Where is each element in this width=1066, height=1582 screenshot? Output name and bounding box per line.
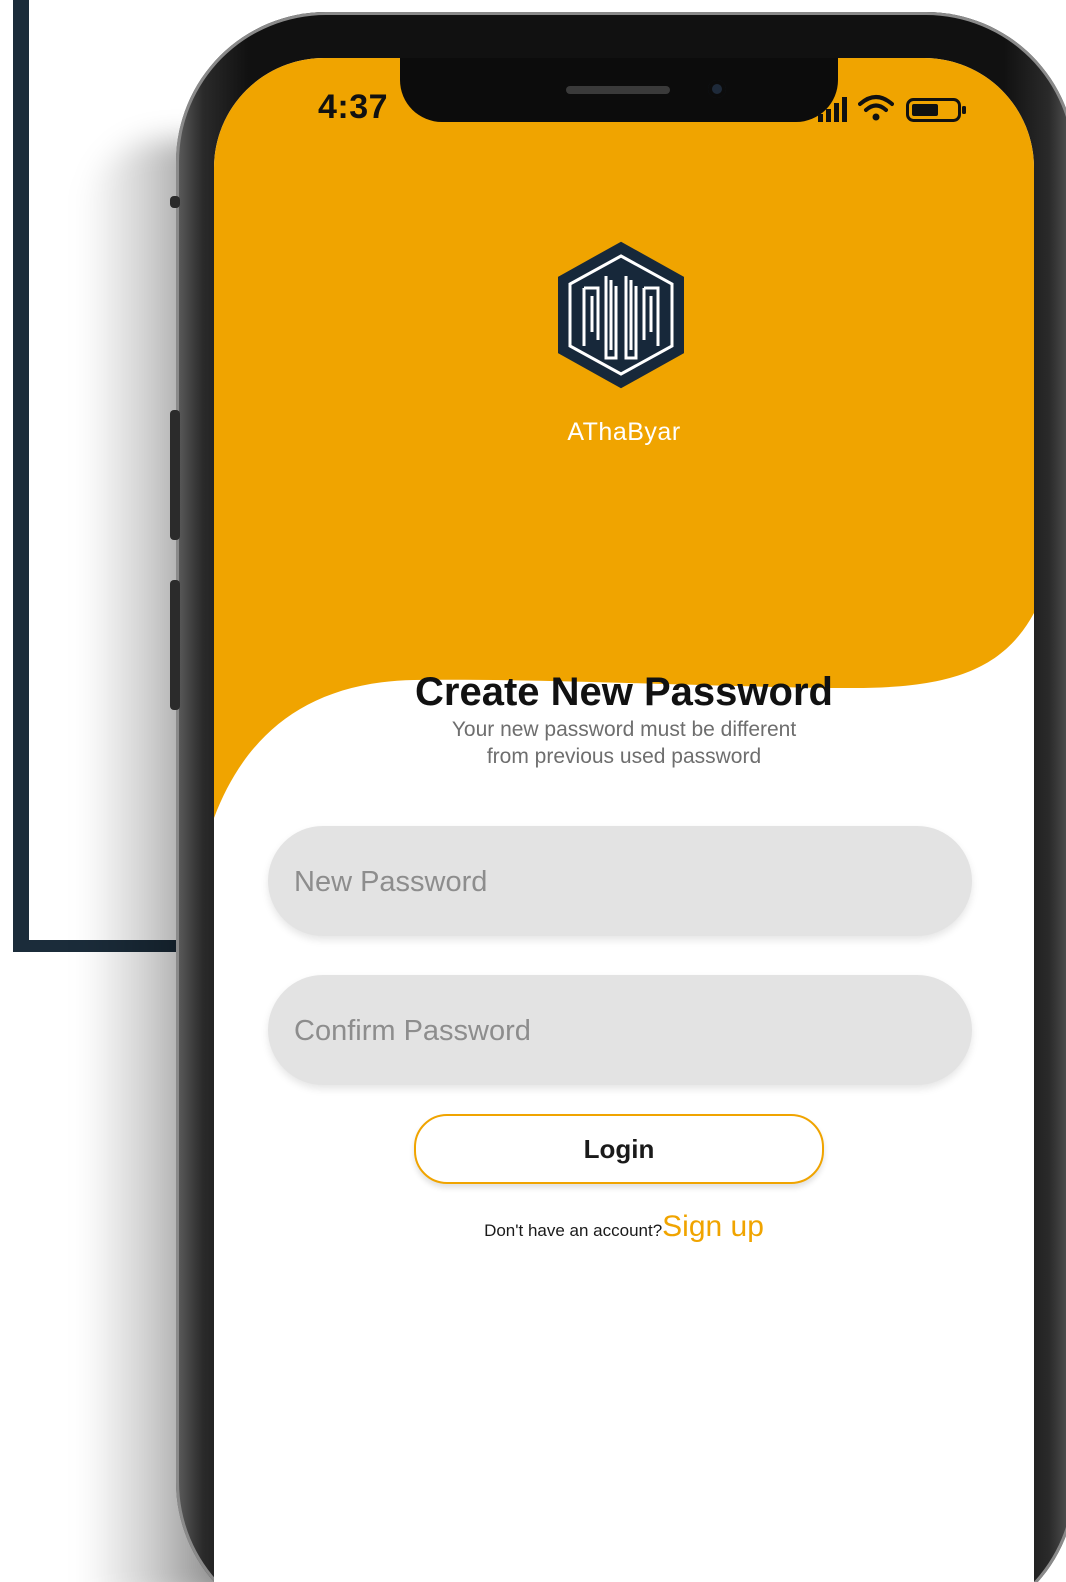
phone-side-button-top [170,196,180,208]
confirm-password-input[interactable] [292,975,946,1087]
callout-line-vertical [13,0,29,946]
status-icons [818,94,978,124]
front-camera-icon [708,80,726,98]
speaker-grille [566,86,670,94]
phone-screen: 4:37 AThaByar Create New Password Your n… [214,58,1034,1582]
status-time: 4:37 [318,88,389,126]
confirm-password-field[interactable] [268,975,972,1087]
phone-volume-down-button [170,580,180,710]
subtitle-line-2: from previous used password [486,745,762,768]
brand-logo [554,240,688,390]
new-password-field[interactable] [268,826,972,938]
phone-volume-up-button [170,410,180,540]
battery-icon [906,98,966,122]
hexagon-logo-icon [558,241,684,389]
page-title: Create New Password [415,670,833,714]
mockup-stage: 4:37 AThaByar Create New Password Your n… [0,0,1066,1582]
notch [400,58,838,122]
wifi-icon [858,95,894,121]
signup-link[interactable]: Sign up [662,1210,764,1243]
login-button[interactable]: Login [414,1114,824,1184]
new-password-input[interactable] [292,826,946,938]
brand-name: AThaByar [567,418,681,446]
signal-icon [818,97,847,122]
signup-row: Don't have an account?Sign up [214,1210,1034,1244]
page-subtitle: Your new password must be different from… [414,716,834,770]
signup-prompt: Don't have an account? [484,1221,663,1240]
subtitle-line-1: Your new password must be different [451,718,797,741]
